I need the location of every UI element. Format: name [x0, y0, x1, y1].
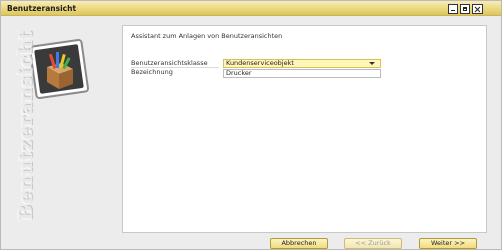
- back-button[interactable]: << Zurück: [344, 238, 402, 249]
- view-class-select[interactable]: Kundenserviceobjekt: [223, 59, 381, 68]
- wizard-panel: Assistant zum Anlagen von Benutzeransich…: [122, 25, 487, 233]
- cancel-button[interactable]: Abbrechen: [270, 238, 328, 249]
- next-button[interactable]: Weiter >>: [419, 238, 477, 249]
- name-label: Bezeichnung: [131, 68, 173, 76]
- window-title: Benutzeransicht: [7, 4, 77, 13]
- minimize-icon[interactable]: [448, 4, 458, 14]
- close-icon[interactable]: [472, 4, 483, 14]
- wizard-window: Benutzeransicht Benutzeransicht Assistan…: [0, 0, 502, 250]
- title-bar[interactable]: Benutzeransicht: [1, 1, 501, 16]
- chevron-down-icon[interactable]: [369, 62, 375, 65]
- maximize-icon[interactable]: [460, 4, 470, 14]
- class-label: Benutzeransichtsklasse: [131, 59, 208, 67]
- name-field[interactable]: Drucker: [223, 69, 381, 78]
- view-class-value: Kundenserviceobjekt: [226, 59, 294, 67]
- side-label: Benutzeransicht: [15, 30, 37, 221]
- panel-title: Assistant zum Anlagen von Benutzeransich…: [131, 32, 283, 40]
